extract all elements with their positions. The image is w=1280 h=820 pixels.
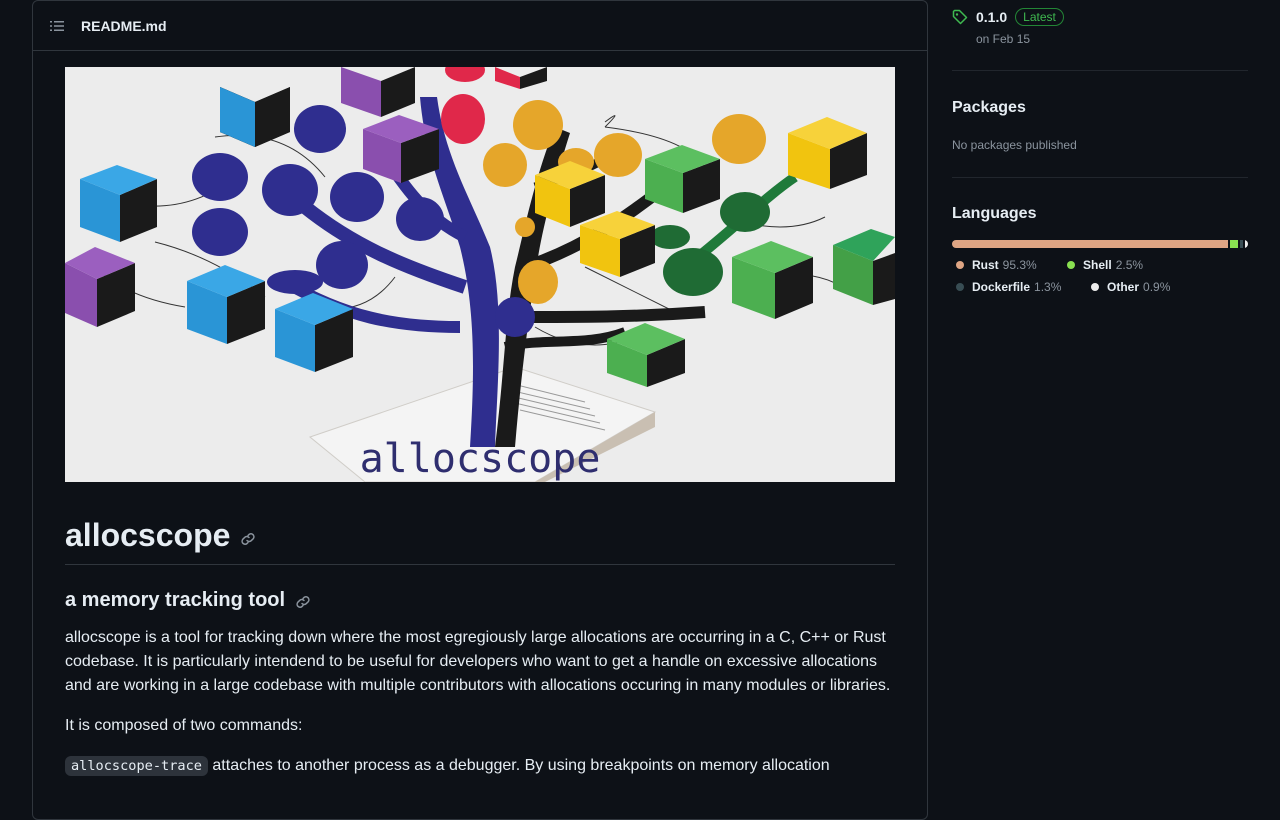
trace-description: attaches to another process as a debugge… xyxy=(207,757,830,775)
tag-icon xyxy=(952,9,968,25)
readme-title: allocscope xyxy=(65,517,231,553)
language-color-dot xyxy=(1091,283,1099,291)
link-icon[interactable] xyxy=(240,531,256,547)
readme-filename: README.md xyxy=(81,17,167,34)
composed-paragraph: It is composed of two commands: xyxy=(65,717,303,735)
link-icon[interactable] xyxy=(295,594,311,610)
language-percent: 1.3% xyxy=(1034,280,1062,294)
release-version[interactable]: 0.1.0 xyxy=(976,9,1007,25)
languages-bar xyxy=(952,240,1248,248)
language-color-dot xyxy=(1067,261,1075,269)
language-color-dot xyxy=(956,261,964,269)
packages-title[interactable]: Packages xyxy=(952,99,1248,117)
subtitle-row: a memory tracking tool xyxy=(65,589,895,612)
release-info: 0.1.0 Latest on Feb 15 xyxy=(976,8,1064,46)
language-percent: 2.5% xyxy=(1115,258,1144,272)
readme-subtitle: a memory tracking tool xyxy=(65,589,286,612)
languages-title: Languages xyxy=(952,205,1037,222)
language-item-other[interactable]: Other 0.9% xyxy=(1087,280,1170,294)
language-item-dockerfile[interactable]: Dockerfile 1.3% xyxy=(952,280,1071,294)
divider xyxy=(952,177,1248,178)
readme-header: README.md xyxy=(33,1,927,51)
language-name: Rust xyxy=(972,258,999,272)
divider xyxy=(952,70,1248,71)
hero-image: allocscope xyxy=(65,67,895,482)
sidebar: 0.1.0 Latest on Feb 15 Packages No packa… xyxy=(952,0,1248,302)
language-segment-shell xyxy=(1230,240,1238,248)
language-name: Shell xyxy=(1083,258,1112,272)
inline-code: allocscope-trace xyxy=(65,756,208,777)
language-segment-other xyxy=(1245,240,1248,248)
release-date: on Feb 15 xyxy=(976,32,1031,46)
language-percent: 0.9% xyxy=(1143,280,1171,294)
list-unordered-icon[interactable] xyxy=(49,18,65,34)
readme-panel: README.md allocscope allocscope a memory… xyxy=(32,0,928,820)
language-item-shell[interactable]: Shell 2.5% xyxy=(1063,258,1143,272)
language-percent: 95.3% xyxy=(1002,258,1037,272)
packages-empty-text: No packages published xyxy=(952,138,1077,152)
language-color-dot xyxy=(956,283,964,291)
release-entry[interactable]: 0.1.0 Latest on Feb 15 xyxy=(952,0,1248,46)
latest-badge: Latest xyxy=(1015,8,1064,26)
language-item-rust[interactable]: Rust 95.3% xyxy=(952,258,1047,272)
title-row: allocscope xyxy=(65,516,895,566)
trace-paragraph: allocscope-trace attaches to another pro… xyxy=(65,754,895,778)
language-segment-dockerfile xyxy=(1239,240,1244,248)
readme-body: allocscope allocscope a memory tracking … xyxy=(33,51,927,794)
languages-list: Rust 95.3% Shell 2.5% Dockerfile 1.3% Other 0.9… xyxy=(952,258,1248,302)
release-line: 0.1.0 Latest xyxy=(976,8,1064,26)
language-name: Other xyxy=(1107,280,1140,294)
language-segment-rust xyxy=(952,240,1229,248)
hero-logo-text: allocscope xyxy=(360,436,601,482)
intro-paragraph: allocscope is a tool for tracking down w… xyxy=(65,629,891,695)
language-name: Dockerfile xyxy=(972,280,1031,294)
